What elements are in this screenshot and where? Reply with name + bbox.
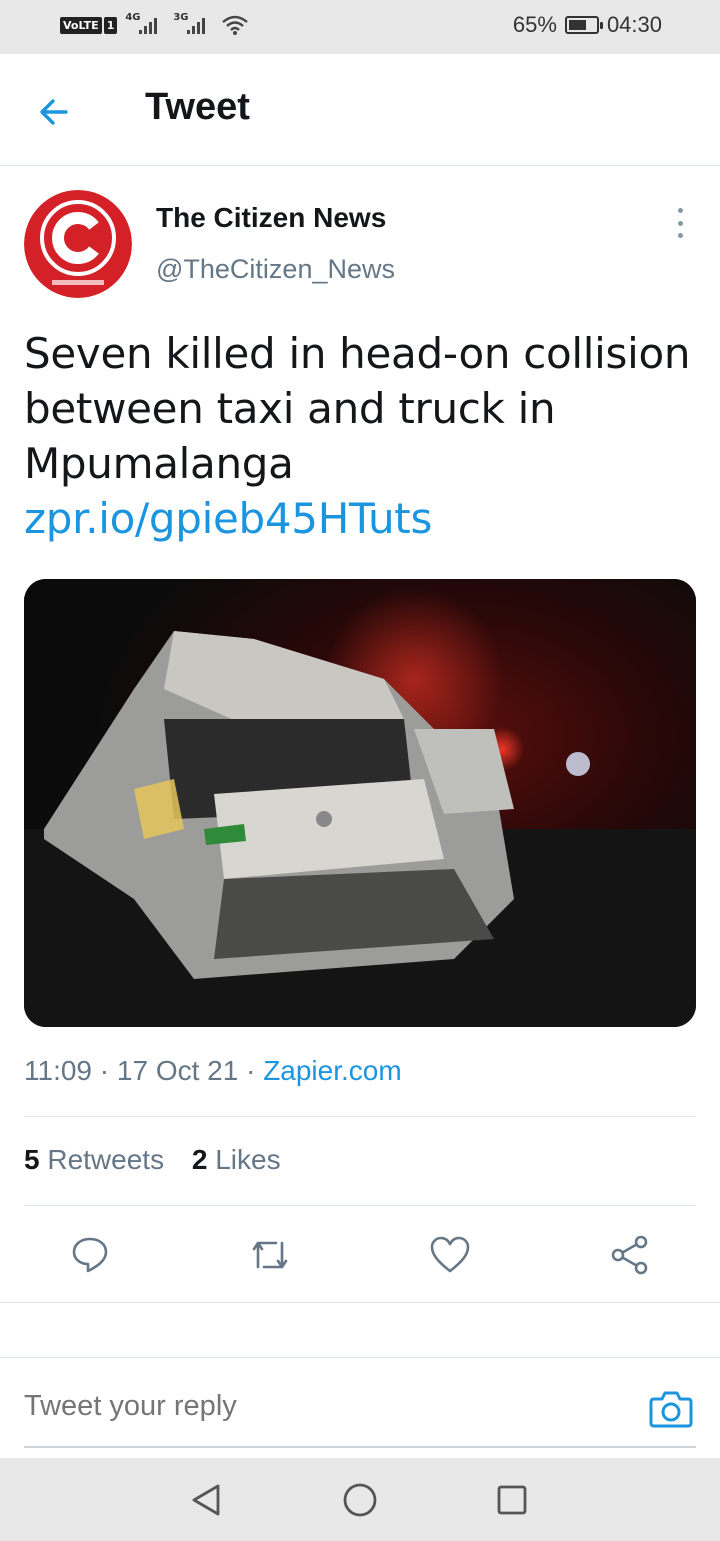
retweet-button[interactable] — [245, 1230, 295, 1280]
status-right: 65% 04:30 — [513, 12, 662, 38]
tweet-text: Seven killed in head-on collision betwee… — [24, 326, 704, 546]
crash-photo — [24, 579, 696, 1027]
action-bar — [0, 1222, 720, 1288]
avatar[interactable] — [24, 190, 132, 298]
tweet-date: 17 Oct 21 — [116, 1055, 239, 1086]
camera-button[interactable] — [648, 1386, 694, 1432]
tweet-stats: 5 Retweets 2 Likes — [24, 1144, 301, 1176]
system-nav-bar — [0, 1458, 720, 1541]
reply-button[interactable] — [65, 1230, 115, 1280]
nav-home-button[interactable] — [338, 1478, 382, 1522]
more-options-button[interactable] — [666, 205, 694, 241]
app-header: Tweet — [0, 54, 720, 166]
divider — [24, 1205, 696, 1206]
nav-recents-button[interactable] — [490, 1478, 534, 1522]
back-button[interactable] — [30, 88, 78, 136]
status-bar: VoLTE 1 4G 3G 65% 04:30 — [0, 0, 720, 54]
more-dot-icon — [677, 208, 683, 213]
battery-percent: 65% — [512, 12, 557, 37]
likes-label: Likes — [215, 1144, 281, 1175]
network-type-2: 3G — [173, 12, 189, 23]
author-handle[interactable]: @TheCitizen_News — [156, 254, 395, 285]
volte-indicator: VoLTE 1 — [60, 14, 118, 36]
tweet-meta: 11:09 · 17 Oct 21 · Zapier.com — [24, 1055, 402, 1087]
tweet-time: 11:09 — [24, 1055, 92, 1086]
share-icon — [611, 1235, 648, 1275]
nav-back-button[interactable] — [184, 1478, 228, 1522]
reply-underline — [24, 1446, 696, 1448]
network-type-1: 4G — [125, 12, 141, 23]
camera-icon — [649, 1391, 693, 1428]
meta-separator: · — [246, 1055, 256, 1086]
sim-label: 1 — [103, 16, 118, 34]
reply-icon — [72, 1237, 108, 1273]
meta-separator: · — [99, 1055, 110, 1086]
status-left: VoLTE 1 4G 3G — [60, 12, 249, 36]
arrow-left-icon — [40, 99, 68, 125]
page-title: Tweet — [145, 86, 250, 128]
wifi-icon — [222, 15, 249, 35]
signal-icon-1: 4G — [125, 12, 165, 36]
triangle-back-icon — [192, 1484, 220, 1516]
likes-count: 2 — [191, 1144, 208, 1175]
circle-home-icon — [343, 1483, 377, 1517]
tweet-image[interactable] — [24, 579, 696, 1027]
retweets-count: 5 — [24, 1144, 40, 1175]
divider — [24, 1116, 696, 1117]
citizen-logo — [24, 190, 132, 298]
square-recents-icon — [497, 1485, 527, 1515]
likes-stat[interactable]: 2 Likes — [192, 1144, 281, 1175]
like-button[interactable] — [425, 1230, 475, 1280]
retweets-stat[interactable]: 5 Retweets — [24, 1144, 164, 1175]
like-icon — [430, 1236, 470, 1273]
tweet-source[interactable]: Zapier.com — [263, 1055, 402, 1086]
volte-label: VoLTE — [60, 16, 102, 34]
share-button[interactable] — [605, 1230, 655, 1280]
retweet-icon — [252, 1241, 288, 1269]
battery-icon — [564, 16, 603, 34]
reply-input[interactable] — [24, 1390, 624, 1423]
retweets-label: Retweets — [47, 1144, 165, 1175]
tweet-body: Seven killed in head-on collision betwee… — [24, 329, 691, 488]
more-dot-icon — [677, 233, 683, 238]
clock: 04:30 — [606, 12, 662, 37]
signal-icon-2: 3G — [173, 12, 213, 36]
more-dot-icon — [677, 220, 683, 226]
section-separator — [0, 1302, 720, 1358]
tweet-link[interactable]: zpr.io/gpieb45HTuts — [24, 491, 704, 546]
author-name[interactable]: The Citizen News — [156, 202, 386, 234]
